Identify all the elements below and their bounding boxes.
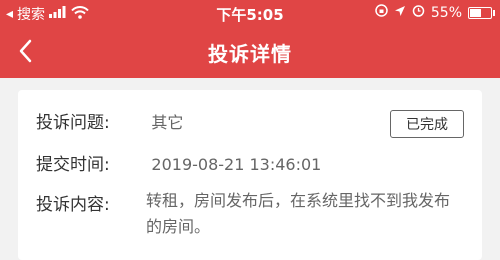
- alarm-icon: [412, 4, 425, 21]
- issue-label: 投诉问题:: [36, 113, 110, 133]
- nav-bar: 投诉详情: [0, 26, 500, 78]
- content-row: 投诉内容: 转租，房间发布后，在系统里找不到我发布的房间。: [36, 190, 461, 240]
- rotation-lock-icon: [375, 4, 388, 21]
- location-icon: [394, 5, 406, 21]
- page-title: 投诉详情: [208, 42, 292, 66]
- time-value: 2019-08-21 13:46:01: [151, 155, 322, 174]
- battery-fill: [470, 8, 481, 17]
- status-badge[interactable]: 已完成: [390, 110, 464, 138]
- content-value: 转租，房间发布后，在系统里找不到我发布的房间。: [146, 191, 451, 236]
- content-label: 投诉内容:: [36, 195, 110, 215]
- complaint-detail-card: 投诉问题: 其它 已完成 提交时间: 2019-08-21 13:46:01 投…: [18, 90, 482, 260]
- header: ◂ 搜索 下午5:05 55% 投诉详情: [0, 0, 500, 78]
- status-bar: ◂ 搜索 下午5:05 55%: [0, 0, 500, 26]
- issue-value: 其它: [151, 113, 184, 132]
- battery-percent: 55%: [430, 4, 462, 21]
- battery-icon: [468, 6, 495, 19]
- issue-row: 投诉问题: 其它: [36, 108, 183, 133]
- time-label: 提交时间:: [36, 155, 110, 175]
- time-row: 提交时间: 2019-08-21 13:46:01: [36, 150, 321, 175]
